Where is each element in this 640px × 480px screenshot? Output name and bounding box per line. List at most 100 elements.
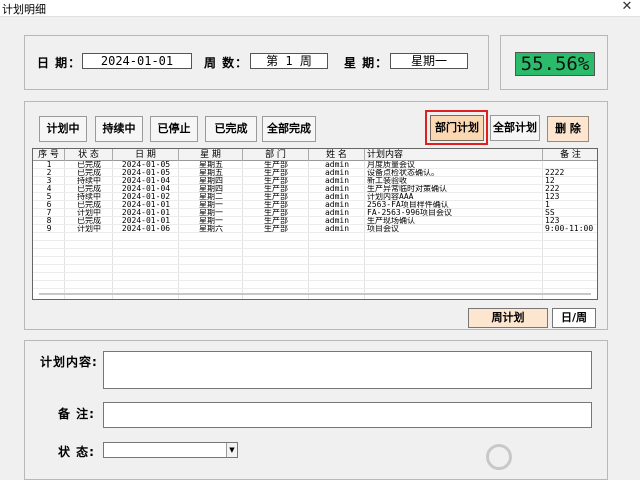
cell-date: 2024-01-02 [121, 193, 171, 201]
cell-dept: 生产部 [264, 217, 288, 225]
status-select[interactable]: ▼ [103, 442, 238, 458]
cell-status: 持续中 [77, 193, 101, 201]
cell-weekday: 星期五 [199, 169, 223, 177]
filter-planning-button[interactable]: 计划中 [39, 116, 87, 142]
cell-content: 项目会议 [367, 225, 399, 233]
cell-content: 生产现场确认 [367, 217, 415, 225]
cell-weekday: 星期四 [199, 177, 223, 185]
cell-remark: SS [545, 209, 555, 217]
filter-done-button[interactable]: 已完成 [205, 116, 257, 142]
cell-weekday: 星期六 [199, 225, 223, 233]
filter-ongoing-button[interactable]: 持续中 [95, 116, 143, 142]
week-field[interactable]: 第 1 周 [250, 53, 328, 69]
cell-dept: 生产部 [264, 193, 288, 201]
chevron-down-icon[interactable]: ▼ [226, 443, 237, 457]
tab-day-week[interactable]: 日/周 [552, 308, 596, 328]
cell-dept: 生产部 [264, 161, 288, 169]
cell-no: 2 [46, 169, 52, 177]
cell-date: 2024-01-01 [121, 209, 171, 217]
cell-date: 2024-01-01 [121, 201, 171, 209]
tab-week-plan[interactable]: 周计划 [468, 308, 548, 328]
cell-name: admin [324, 209, 350, 217]
remark-input[interactable] [103, 402, 592, 428]
cell-name: admin [324, 217, 350, 225]
cell-content: 新工装验收 [367, 177, 407, 185]
cell-weekday: 星期五 [199, 161, 223, 169]
cell-content: 计划内容AAA [367, 193, 414, 201]
cell-remark: 9:00-11:00 [545, 225, 594, 233]
cell-weekday: 星期四 [199, 185, 223, 193]
cell-no: 7 [46, 209, 52, 217]
content-input[interactable] [103, 351, 592, 389]
cell-dept: 生产部 [264, 185, 288, 193]
plan-table[interactable]: 序 号 状 态 日 期 星 期 部 门 姓 名 计划内容 备 注 1 已完成 202… [32, 148, 598, 300]
col-header-dept[interactable]: 部 门 [243, 149, 309, 161]
table-row[interactable]: 6 已完成 2024-01-01 星期一 生产部 admin 2563-FA项目样件确认 1 [33, 201, 597, 209]
dept-plan-highlight [425, 110, 488, 145]
col-header-no[interactable]: 序 号 [33, 149, 65, 161]
completion-percent: 55.56% [515, 52, 595, 76]
table-row[interactable]: 9 计划中 2024-01-06 星期六 生产部 admin 项目会议 9:00-11:00 [33, 225, 597, 233]
cell-date: 2024-01-01 [121, 217, 171, 225]
cell-content: 月度质量会议 [367, 161, 415, 169]
cell-name: admin [324, 201, 350, 209]
content-label: 计划内容: [40, 355, 98, 369]
cell-remark: 123 [545, 193, 560, 201]
all-plan-button[interactable]: 全部计划 [490, 115, 540, 141]
cell-dept: 生产部 [264, 225, 288, 233]
cell-weekday: 星期一 [199, 209, 223, 217]
cell-name: admin [324, 225, 350, 233]
cell-name: admin [324, 193, 350, 201]
table-row[interactable]: 3 持续中 2024-01-04 星期四 生产部 admin 新工装验收 12 [33, 177, 597, 185]
cell-no: 9 [46, 225, 52, 233]
cell-content: 设备点检状态确认。 [367, 169, 439, 177]
cell-remark: 2222 [545, 169, 565, 177]
cell-content: FA-2563-996项目会议 [367, 209, 452, 217]
horizontal-scrollbar[interactable] [39, 290, 591, 298]
title-bar: 计划明细 ✕ [0, 0, 640, 17]
col-header-content[interactable]: 计划内容 [365, 149, 543, 161]
filter-all-done-button[interactable]: 全部完成 [262, 116, 316, 142]
cell-remark: 222 [545, 185, 560, 193]
weekday-label: 星 期： [344, 56, 389, 70]
cell-remark [545, 161, 597, 169]
cell-name: admin [324, 185, 350, 193]
cell-dept: 生产部 [264, 209, 288, 217]
cell-no: 8 [46, 217, 52, 225]
col-header-name[interactable]: 姓 名 [309, 149, 365, 161]
cell-status: 已完成 [77, 217, 101, 225]
weekday-field[interactable]: 星期一 [390, 53, 468, 69]
date-field[interactable]: 2024-01-01 [82, 53, 192, 69]
cell-no: 3 [46, 177, 52, 185]
col-header-date[interactable]: 日 期 [113, 149, 179, 161]
cell-status: 已完成 [77, 169, 101, 177]
date-label: 日 期： [37, 56, 82, 70]
watermark [482, 440, 640, 474]
cell-status: 已完成 [77, 161, 101, 169]
close-icon[interactable]: ✕ [620, 0, 634, 14]
cell-dept: 生产部 [264, 169, 288, 177]
table-row[interactable]: 2 已完成 2024-01-05 星期五 生产部 admin 设备点检状态确认。 2222 [33, 169, 597, 177]
col-header-weekday[interactable]: 星 期 [179, 149, 243, 161]
table-row[interactable]: 1 已完成 2024-01-05 星期五 生产部 admin 月度质量会议 [33, 161, 597, 169]
cell-date: 2024-01-04 [121, 185, 171, 193]
cell-remark: 123 [545, 217, 560, 225]
cell-name: admin [324, 169, 350, 177]
table-header: 序 号 状 态 日 期 星 期 部 门 姓 名 计划内容 备 注 [33, 149, 597, 161]
window-title: 计划明细 [2, 3, 46, 16]
cell-weekday: 星期二 [199, 193, 223, 201]
cell-status: 持续中 [77, 177, 101, 185]
table-row[interactable]: 4 已完成 2024-01-04 星期四 生产部 admin 生产异常临时对策确认 222 [33, 185, 597, 193]
cell-status: 已完成 [77, 201, 101, 209]
cell-status: 计划中 [77, 209, 101, 217]
delete-button[interactable]: 删 除 [547, 116, 589, 142]
col-header-status[interactable]: 状 态 [65, 149, 113, 161]
table-row[interactable]: 7 计划中 2024-01-01 星期一 生产部 admin FA-2563-996项目会议… [33, 209, 597, 217]
cell-date: 2024-01-05 [121, 161, 171, 169]
table-row[interactable]: 8 已完成 2024-01-01 星期一 生产部 admin 生产现场确认 123 [33, 217, 597, 225]
week-label: 周 数： [204, 56, 249, 70]
col-header-remark[interactable]: 备 注 [543, 149, 597, 161]
table-row[interactable]: 5 持续中 2024-01-02 星期二 生产部 admin 计划内容AAA 123 [33, 193, 597, 201]
filter-stopped-button[interactable]: 已停止 [150, 116, 198, 142]
remark-label: 备 注: [58, 407, 95, 421]
